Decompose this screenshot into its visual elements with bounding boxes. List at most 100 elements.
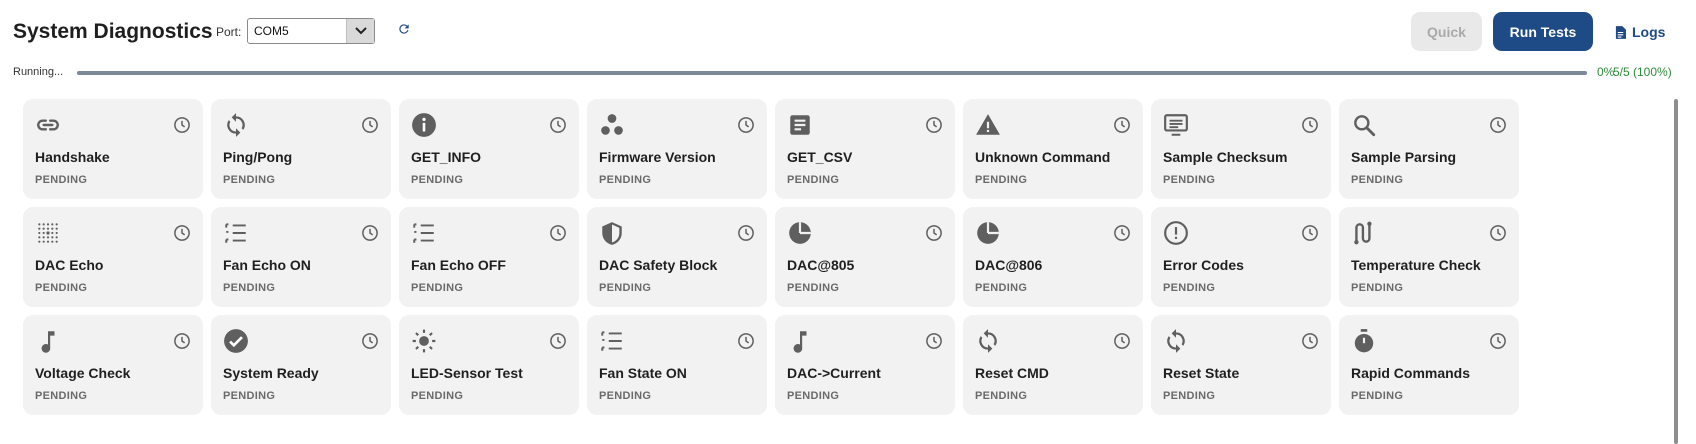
test-status: PENDING	[1351, 174, 1404, 186]
refresh-icon[interactable]	[397, 22, 413, 38]
test-status: PENDING	[599, 390, 652, 402]
clock-icon	[361, 224, 379, 242]
link-icon	[35, 112, 61, 138]
logs-label: Logs	[1632, 24, 1666, 40]
clock-icon	[737, 224, 755, 242]
test-card[interactable]: DAC Safety Block PENDING	[587, 207, 767, 307]
test-status: PENDING	[35, 282, 88, 294]
clock-icon	[925, 224, 943, 242]
music-note-icon	[35, 328, 61, 354]
clock-icon	[737, 116, 755, 134]
test-card[interactable]: DAC@806 PENDING	[963, 207, 1143, 307]
test-status: PENDING	[975, 282, 1028, 294]
test-status: PENDING	[787, 390, 840, 402]
logs-button[interactable]: Logs	[1615, 20, 1665, 44]
test-card[interactable]: DAC@805 PENDING	[775, 207, 955, 307]
test-status: PENDING	[787, 174, 840, 186]
shield-icon	[599, 220, 625, 246]
music-note-icon	[787, 328, 813, 354]
clock-icon	[549, 116, 567, 134]
test-status: PENDING	[223, 174, 276, 186]
sync-icon	[1163, 328, 1189, 354]
test-card[interactable]: Error Codes PENDING	[1151, 207, 1331, 307]
test-status: PENDING	[975, 390, 1028, 402]
test-status: PENDING	[599, 282, 652, 294]
clock-icon	[925, 332, 943, 350]
test-status: PENDING	[599, 174, 652, 186]
clock-icon	[549, 332, 567, 350]
test-name: Firmware Version	[599, 149, 716, 165]
check-circle-icon	[223, 328, 249, 354]
test-name: DAC@805	[787, 257, 855, 273]
test-card[interactable]: LED-Sensor Test PENDING	[399, 315, 579, 415]
sun-icon	[411, 328, 437, 354]
test-card[interactable]: Reset State PENDING	[1151, 315, 1331, 415]
port-select[interactable]: COM5	[247, 18, 375, 44]
clock-icon	[361, 116, 379, 134]
running-status: Running...	[13, 66, 64, 78]
dots-grid-icon	[35, 220, 61, 246]
stopwatch-icon	[1351, 328, 1377, 354]
clock-icon	[1301, 332, 1319, 350]
test-card[interactable]: DAC Echo PENDING	[23, 207, 203, 307]
test-name: DAC Echo	[35, 257, 104, 273]
test-card[interactable]: Firmware Version PENDING	[587, 99, 767, 199]
test-name: GET_CSV	[787, 149, 853, 165]
clock-icon	[173, 332, 191, 350]
clock-icon	[925, 116, 943, 134]
test-name: Reset State	[1163, 365, 1240, 381]
scrollbar[interactable]	[1674, 99, 1678, 444]
cluster-icon	[599, 112, 625, 138]
clock-icon	[1489, 224, 1507, 242]
test-card[interactable]: Fan Echo ON PENDING	[211, 207, 391, 307]
test-status: PENDING	[1163, 282, 1216, 294]
sync-icon	[223, 112, 249, 138]
search-icon	[1351, 112, 1377, 138]
clock-icon	[173, 116, 191, 134]
clock-icon	[737, 332, 755, 350]
test-name: Unknown Command	[975, 149, 1111, 165]
test-card[interactable]: GET_INFO PENDING	[399, 99, 579, 199]
test-name: LED-Sensor Test	[411, 365, 523, 381]
test-status: PENDING	[787, 282, 840, 294]
test-status: PENDING	[223, 282, 276, 294]
test-name: GET_INFO	[411, 149, 482, 165]
clock-icon	[1113, 224, 1131, 242]
test-status: PENDING	[35, 390, 88, 402]
test-card[interactable]: Fan State ON PENDING	[587, 315, 767, 415]
test-card[interactable]: Ping/Pong PENDING	[211, 99, 391, 199]
port-label: Port:	[216, 25, 242, 39]
test-card[interactable]: Sample Checksum PENDING	[1151, 99, 1331, 199]
test-card[interactable]: Voltage Check PENDING	[23, 315, 203, 415]
test-card[interactable]: Reset CMD PENDING	[963, 315, 1143, 415]
page-title: System Diagnostics	[13, 20, 213, 43]
test-card[interactable]: DAC->Current PENDING	[775, 315, 955, 415]
test-name: Reset CMD	[975, 365, 1049, 381]
test-card[interactable]: Handshake PENDING	[23, 99, 203, 199]
test-card[interactable]: Unknown Command PENDING	[963, 99, 1143, 199]
clock-icon	[173, 224, 191, 242]
monitor-icon	[1163, 112, 1189, 138]
progress-row: Running... 0% 5/5 (100%)	[0, 62, 1696, 82]
test-name: Fan Echo ON	[223, 257, 311, 273]
test-card[interactable]: Rapid Commands PENDING	[1339, 315, 1519, 415]
list-icon	[223, 220, 249, 246]
test-card[interactable]: System Ready PENDING	[211, 315, 391, 415]
test-card[interactable]: Sample Parsing PENDING	[1339, 99, 1519, 199]
test-name: Rapid Commands	[1351, 365, 1471, 381]
quick-button[interactable]: Quick	[1411, 12, 1482, 51]
test-name: DAC->Current	[787, 365, 881, 381]
test-card[interactable]: Fan Echo OFF PENDING	[399, 207, 579, 307]
test-card[interactable]: GET_CSV PENDING	[775, 99, 955, 199]
progress-count: 5/5 (100%)	[1613, 65, 1672, 79]
test-name: Voltage Check	[35, 365, 131, 381]
clock-icon	[361, 332, 379, 350]
clock-icon	[1301, 224, 1319, 242]
run-tests-button[interactable]: Run Tests	[1493, 12, 1593, 51]
test-card[interactable]: Temperature Check PENDING	[1339, 207, 1519, 307]
test-name: Error Codes	[1163, 257, 1244, 273]
clock-icon	[1301, 116, 1319, 134]
test-status: PENDING	[1351, 282, 1404, 294]
test-name: DAC Safety Block	[599, 257, 718, 273]
port-select-value: COM5	[254, 24, 289, 38]
